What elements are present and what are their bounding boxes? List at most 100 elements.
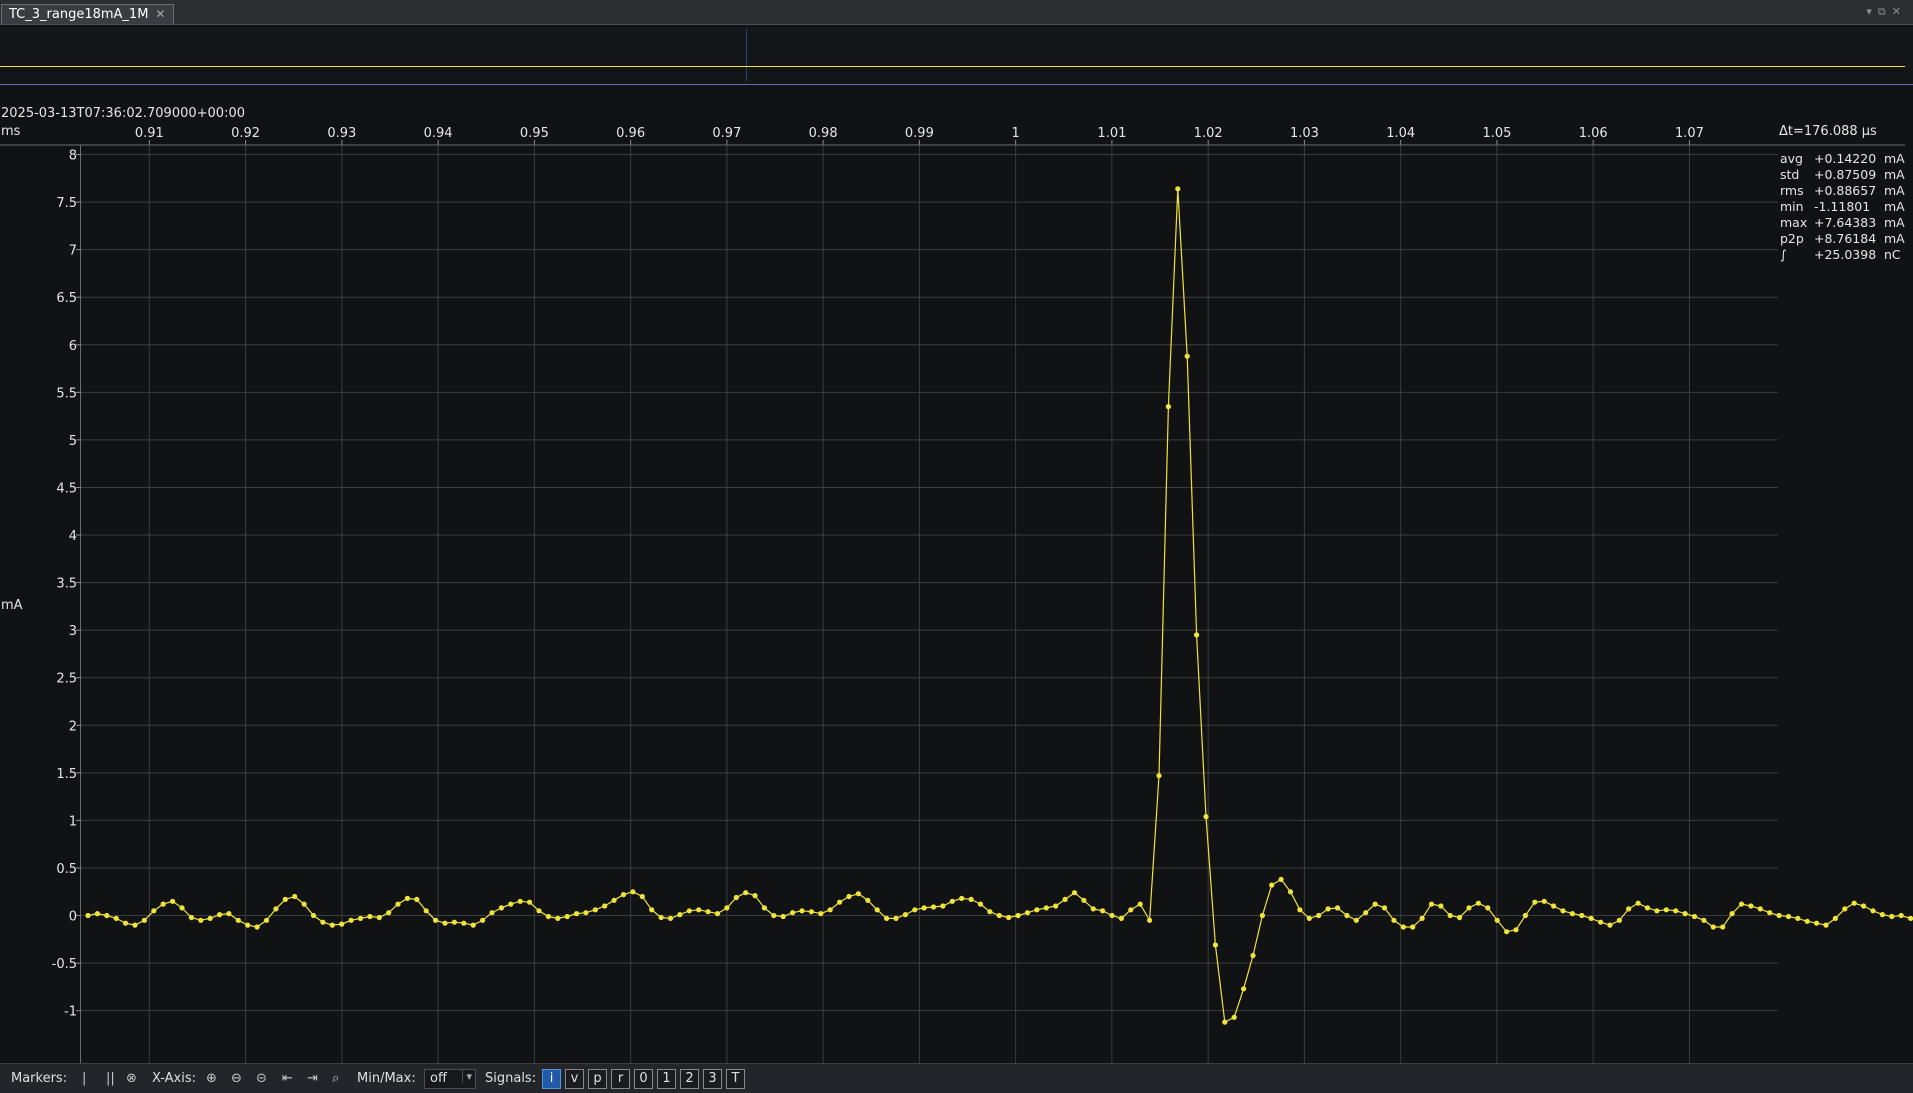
data-point [94, 911, 100, 917]
data-point [1560, 908, 1566, 914]
data-point [1165, 404, 1171, 410]
y-tick-label: 1 [69, 814, 77, 829]
data-point [912, 907, 918, 913]
stat-label: max [1780, 215, 1808, 230]
data-point [1024, 910, 1031, 916]
signal-button-r[interactable]: r [611, 1069, 630, 1089]
y-tick-label: 5.5 [56, 386, 77, 401]
data-point [996, 912, 1002, 919]
signal-button-3[interactable]: 3 [703, 1069, 722, 1089]
data-point [1691, 913, 1698, 920]
stat-unit: mA [1884, 151, 1905, 166]
data-point [724, 905, 730, 911]
data-point [855, 891, 862, 897]
pan-left-icon[interactable]: ⇤ [282, 1070, 293, 1087]
x-tick-label: 1.07 [1675, 126, 1704, 141]
signal-button-v[interactable]: v [565, 1069, 584, 1089]
data-point [959, 895, 965, 902]
dual-marker-icon[interactable]: || [106, 1070, 115, 1087]
data-point [846, 893, 852, 900]
data-point [1222, 1019, 1228, 1025]
data-point [1522, 912, 1528, 919]
data-point [1306, 915, 1312, 922]
stat-unit: mA [1884, 231, 1905, 246]
waveform-chart[interactable]: 0.91 0.92 0.93 0.94 0.95 0.96 0.97 0.98 0.99 1 1.0… [0, 0, 1913, 1063]
stat-label: min [1780, 199, 1804, 214]
data-point [1541, 898, 1547, 904]
data-point [1616, 917, 1622, 923]
zoom-out-icon[interactable]: ⊖ [231, 1070, 242, 1087]
data-point [85, 912, 91, 919]
signal-button-i[interactable]: i [542, 1069, 561, 1089]
data-point [611, 897, 617, 903]
signal-button-p[interactable]: p [588, 1069, 607, 1089]
minmax-value: off [430, 1071, 447, 1086]
data-point [696, 907, 702, 913]
data-point [198, 917, 204, 923]
signal-button-2[interactable]: 2 [680, 1069, 699, 1089]
stat-value: +7.64383 [1814, 215, 1877, 230]
zoom-all-icon[interactable]: ⊝ [256, 1070, 267, 1087]
data-point [1513, 927, 1519, 933]
zoom-fit-icon[interactable]: ⌕ [332, 1070, 339, 1087]
data-point [968, 896, 974, 903]
data-point [1353, 917, 1359, 923]
signal-button-1[interactable]: 1 [657, 1069, 676, 1089]
minmax-select[interactable]: off ▾ [424, 1069, 476, 1089]
data-point [1212, 942, 1218, 948]
data-point [1081, 897, 1087, 903]
data-point [1795, 915, 1801, 922]
data-point [489, 910, 495, 916]
data-point [1729, 911, 1735, 917]
data-point [301, 901, 307, 907]
data-point [1485, 905, 1491, 911]
data-point [348, 917, 354, 923]
x-tick-label: 1 [1012, 126, 1020, 141]
data-point [1053, 903, 1059, 909]
pan-right-icon[interactable]: ⇥ [307, 1070, 318, 1087]
signal-button-0[interactable]: 0 [634, 1069, 653, 1089]
zoom-in-icon[interactable]: ⊕ [206, 1070, 217, 1087]
data-point [1626, 906, 1632, 912]
data-point [667, 915, 674, 922]
data-point [630, 889, 636, 895]
data-point [1598, 919, 1604, 925]
data-point [367, 913, 373, 920]
signal-button-T[interactable]: T [726, 1069, 745, 1089]
data-point [1316, 912, 1322, 919]
data-point [1344, 912, 1350, 919]
data-point [132, 922, 138, 928]
stat-value: +8.76184 [1814, 231, 1877, 246]
data-point [1738, 901, 1745, 907]
data-point [160, 901, 166, 907]
data-point [1569, 911, 1575, 917]
data-point [1663, 907, 1669, 913]
data-point [893, 915, 899, 922]
data-point [433, 917, 439, 923]
signal-trace [87, 188, 1913, 1024]
x-tick-label: 0.97 [712, 126, 741, 141]
data-point [329, 922, 335, 928]
stat-row-5: p2p +8.76184 mA [1780, 231, 1905, 247]
data-point [170, 898, 176, 904]
data-point [1457, 914, 1463, 921]
data-point [123, 920, 129, 926]
data-point [527, 899, 533, 905]
data-point [1814, 920, 1820, 926]
x-tick-label: 1.04 [1386, 126, 1415, 141]
data-point [1090, 906, 1096, 912]
single-marker-icon[interactable]: | [82, 1070, 86, 1087]
x-tick-label: 1.05 [1482, 126, 1511, 141]
data-point [1654, 908, 1660, 914]
data-point [1842, 906, 1848, 912]
data-point [470, 922, 476, 928]
data-point [1006, 914, 1012, 921]
clear-markers-icon[interactable]: ⊗ [126, 1070, 137, 1087]
x-tick-label: 1.03 [1290, 126, 1319, 141]
data-point [602, 903, 608, 909]
data-point [874, 907, 880, 913]
data-point [790, 910, 796, 916]
data-point [1184, 353, 1190, 359]
stat-value: +0.14220 [1814, 151, 1877, 166]
stat-row-4: max +7.64383 mA [1780, 215, 1905, 231]
